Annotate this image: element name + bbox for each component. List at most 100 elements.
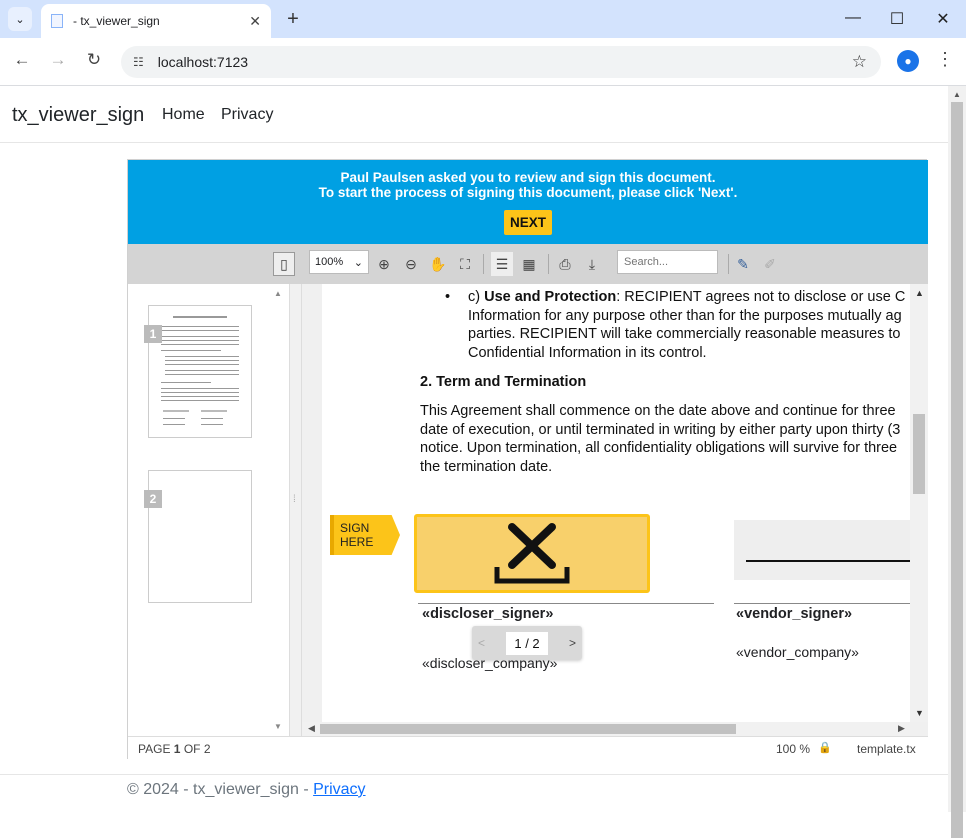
toolbar-separator xyxy=(728,254,729,274)
profile-avatar-icon[interactable]: ● xyxy=(897,50,919,72)
sign-pen-icon[interactable]: ✎ xyxy=(732,252,754,276)
document-viewer: Paul Paulsen asked you to review and sig… xyxy=(127,159,928,760)
signing-banner: Paul Paulsen asked you to review and sig… xyxy=(128,160,928,244)
bullet: • xyxy=(445,289,451,305)
document-area: • c) Use and Protection: RECIPIENT agree… xyxy=(302,284,928,736)
previous-page-icon[interactable]: < xyxy=(478,636,485,650)
scroll-up-icon[interactable]: ▲ xyxy=(915,288,924,298)
vertical-scroll-thumb[interactable] xyxy=(913,414,925,494)
address-bar[interactable]: ☷ localhost:7123 ☆ xyxy=(121,46,881,78)
thumbnail-panel: 1 2 ▲ ▼ xyxy=(128,284,290,736)
page-thumbnail-2[interactable] xyxy=(148,470,252,603)
viewer-toolbar: ▯ 100% ⌄ ⊕ ⊖ ✋ ⛶ ☰ ▦ ⎙ ⤓ Search... ✎ ✐ xyxy=(128,244,928,284)
section-heading: 2. Term and Termination xyxy=(420,374,587,390)
zoom-out-icon[interactable]: ⊖ xyxy=(401,252,421,276)
item-c-line-2: Information for any purpose other than f… xyxy=(468,308,902,324)
search-input[interactable]: Search... xyxy=(617,250,718,274)
chevron-down-icon: ⌄ xyxy=(15,13,25,26)
paragraph-line-1: This Agreement shall commence on the dat… xyxy=(420,403,896,419)
document-page: • c) Use and Protection: RECIPIENT agree… xyxy=(322,284,912,722)
zoom-select[interactable]: 100% ⌄ xyxy=(309,250,369,274)
browser-toolbar: ← → ↻ ☷ localhost:7123 ☆ ● ⋮ xyxy=(0,38,966,86)
maximize-button[interactable]: ☐ xyxy=(887,9,907,29)
page-thumbnail-1[interactable] xyxy=(148,305,252,438)
bookmark-star-icon[interactable]: ☆ xyxy=(852,52,867,72)
lock-icon: 🔒 xyxy=(818,742,832,754)
vendor-signature-box[interactable] xyxy=(734,520,912,580)
chevron-down-icon: ⌄ xyxy=(353,256,363,269)
page-favicon-icon xyxy=(51,14,63,28)
close-window-button[interactable]: ✕ xyxy=(933,9,953,29)
minimize-button[interactable]: — xyxy=(843,9,863,27)
item-c-line-4: Confidential Information in its control. xyxy=(468,345,707,361)
thumbnail-number: 1 xyxy=(144,325,162,343)
zoom-in-icon[interactable]: ⊕ xyxy=(374,252,394,276)
toolbar-separator xyxy=(483,254,484,274)
viewer-status-bar: PAGE 1 OF 2 100 % 🔒 template.tx xyxy=(128,736,928,760)
status-zoom: 100 % xyxy=(776,742,811,756)
paragraph-line-3: notice. Upon termination, all confidenti… xyxy=(420,440,898,456)
download-icon[interactable]: ⤓ xyxy=(581,252,603,276)
back-button[interactable]: ← xyxy=(10,50,34,70)
signature-placeholder-icon xyxy=(494,523,570,584)
toggle-sidebar-icon[interactable]: ▯ xyxy=(273,252,295,276)
paragraph-line-2: date of execution, or until terminated i… xyxy=(420,422,901,438)
nav-privacy[interactable]: Privacy xyxy=(221,106,273,124)
document-vertical-scrollbar[interactable]: ▲ ▼ xyxy=(910,284,928,722)
scroll-up-icon[interactable]: ▲ xyxy=(274,289,282,298)
item-c-line-1: c) Use and Protection: RECIPIENT agrees … xyxy=(468,289,906,305)
site-navbar: tx_viewer_sign Home Privacy xyxy=(0,86,948,143)
page-scroll-thumb[interactable] xyxy=(951,102,963,838)
site-footer: © 2024 - tx_viewer_sign - Privacy xyxy=(0,774,948,812)
vendor-company-field: «vendor_company» xyxy=(736,644,859,660)
site-info-icon[interactable]: ☷ xyxy=(133,55,144,69)
single-page-view-icon[interactable]: ☰ xyxy=(491,252,513,276)
page-navigator: < 1 / 2 > xyxy=(472,626,582,660)
scroll-up-icon[interactable]: ▲ xyxy=(953,90,961,99)
print-icon[interactable]: ⎙ xyxy=(554,252,576,276)
status-filename: template.tx xyxy=(857,742,916,756)
pan-hand-icon[interactable]: ✋ xyxy=(428,252,448,276)
page-indicator: 1 / 2 xyxy=(506,631,548,655)
page-status: PAGE 1 OF 2 xyxy=(138,742,211,756)
url-text: localhost:7123 xyxy=(157,54,249,70)
new-tab-button[interactable]: + xyxy=(283,8,303,31)
fit-page-icon[interactable]: ⛶ xyxy=(455,252,475,276)
grip-icon: ⁞ xyxy=(293,494,296,505)
paragraph-line-4: the termination date. xyxy=(420,459,553,475)
signature-line xyxy=(746,560,912,562)
next-button[interactable]: NEXT xyxy=(503,210,552,235)
sign-here-marker[interactable]: SIGN HERE xyxy=(330,515,400,555)
tab-search-button[interactable]: ⌄ xyxy=(8,7,32,31)
scroll-right-icon[interactable]: ▶ xyxy=(898,723,905,734)
close-tab-icon[interactable]: ✕ xyxy=(249,13,261,30)
next-page-icon[interactable]: > xyxy=(569,636,576,650)
scroll-down-icon[interactable]: ▼ xyxy=(915,708,924,718)
banner-line-2: To start the process of signing this doc… xyxy=(318,185,738,200)
toolbar-separator xyxy=(548,254,549,274)
zoom-value: 100% xyxy=(315,256,344,268)
footer-privacy-link[interactable]: Privacy xyxy=(313,781,365,798)
discloser-signer-field: «discloser_signer» xyxy=(422,606,554,622)
reload-button[interactable]: ↻ xyxy=(82,50,106,70)
panel-splitter[interactable]: ⁞ xyxy=(290,284,302,736)
grid-view-icon[interactable]: ▦ xyxy=(518,252,540,276)
banner-line-1: Paul Paulsen asked you to review and sig… xyxy=(340,170,716,185)
scroll-left-icon[interactable]: ◀ xyxy=(308,723,315,734)
discloser-signature-box[interactable] xyxy=(414,514,650,593)
scroll-down-icon[interactable]: ▼ xyxy=(274,722,282,731)
browser-menu-icon[interactable]: ⋮ xyxy=(936,49,954,70)
forward-button[interactable]: → xyxy=(46,50,70,70)
thumbnail-number: 2 xyxy=(144,490,162,508)
browser-tab[interactable]: - tx_viewer_sign ✕ xyxy=(41,4,271,38)
thumbnail-scrollbar[interactable]: ▲ ▼ xyxy=(270,284,288,736)
edit-form-icon[interactable]: ✐ xyxy=(759,252,781,276)
tab-title: - tx_viewer_sign xyxy=(73,14,160,28)
item-c-line-3: parties. RECIPIENT will take commerciall… xyxy=(468,326,901,342)
site-brand[interactable]: tx_viewer_sign xyxy=(12,104,144,127)
document-horizontal-scrollbar[interactable]: ◀ ▶ xyxy=(302,722,910,736)
footer-text: © 2024 - tx_viewer_sign - Privacy xyxy=(127,781,366,798)
horizontal-scroll-thumb[interactable] xyxy=(320,724,736,734)
nav-home[interactable]: Home xyxy=(162,106,205,124)
page-scrollbar[interactable]: ▲ xyxy=(948,86,966,838)
